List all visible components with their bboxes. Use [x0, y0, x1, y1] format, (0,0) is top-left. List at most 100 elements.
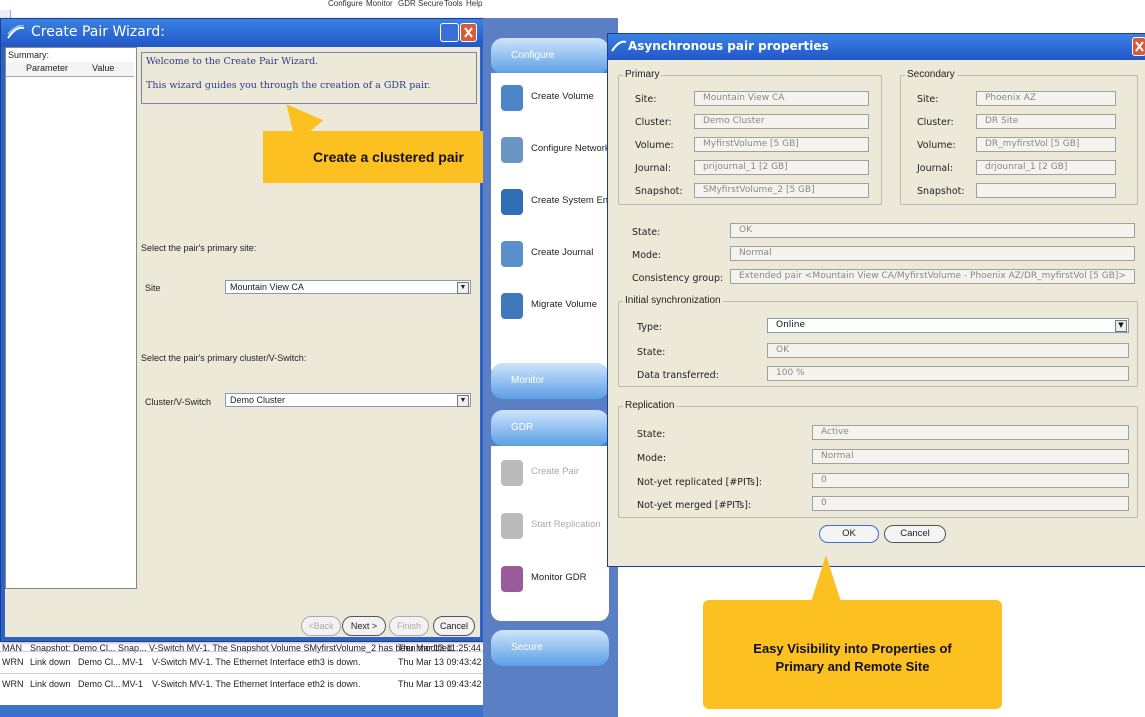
cluster-dropdown[interactable]: Demo Cluster ▼	[225, 393, 471, 407]
create-journal-item[interactable]: Create Journal	[497, 237, 609, 273]
replication-label: Replication	[623, 400, 677, 411]
field-label: Site:	[917, 94, 939, 105]
background-statusbar	[0, 705, 485, 717]
secure-header[interactable]: Secure	[491, 630, 609, 666]
secondary-group: Secondary Site: Phoenix AZ Cluster: DR S…	[900, 69, 1138, 205]
secondary-cluster-field: DR Site	[976, 114, 1116, 129]
configure-network-item[interactable]: Configure Network	[497, 133, 610, 169]
callout-easy-visibility: Easy Visibility into Properties of Prima…	[703, 600, 1002, 709]
create-pair-item[interactable]: Create Pair	[497, 456, 609, 492]
welcome-text: Welcome to the Create Pair Wizard.	[146, 56, 319, 67]
replication-state-field: Active	[812, 425, 1129, 440]
gdr-header[interactable]: GDR	[491, 410, 609, 446]
primary-group-label: Primary	[623, 69, 662, 80]
callout-pointer	[810, 555, 842, 605]
event-log: MAN Snapshot: Demo Cl... Snap... V-Switc…	[0, 637, 485, 707]
log-source: MV-1	[122, 679, 144, 689]
volume-icon	[501, 85, 523, 111]
callout-line: Easy Visibility into Properties of	[753, 641, 952, 656]
replication-mode-field: Normal	[812, 449, 1129, 464]
sync-type-dropdown[interactable]: Online ▼	[767, 318, 1129, 333]
migrate-volume-item[interactable]: Migrate Volume	[497, 289, 609, 325]
finish-button[interactable]: Finish	[389, 616, 429, 636]
chevron-down-icon: ▼	[457, 395, 469, 407]
migrate-icon	[501, 293, 523, 319]
dialog-close-button[interactable]	[1132, 37, 1145, 56]
field-label: State:	[637, 347, 666, 358]
sync-type-value: Online	[776, 320, 806, 330]
data-transferred-field: 100 %	[767, 366, 1129, 381]
close-button[interactable]	[460, 23, 477, 42]
monitor-header[interactable]: Monitor	[491, 363, 609, 399]
summary-label: Summary:	[8, 50, 50, 60]
dialog-cancel-button[interactable]: Cancel	[884, 525, 946, 543]
site-label: Site	[145, 283, 161, 293]
column-header-value[interactable]: Value	[92, 63, 114, 73]
menu-secure[interactable]: Secure	[418, 0, 443, 8]
field-label: Cluster:	[917, 117, 954, 128]
field-label: State:	[632, 227, 661, 238]
create-volume-item[interactable]: Create Volume	[497, 81, 609, 117]
initial-sync-group: Initial synchronization Type: Online ▼ S…	[618, 295, 1138, 387]
log-row[interactable]: WRN Link down Demo Cl... MV-1 V-Switch M…	[0, 651, 485, 674]
menu-monitor[interactable]: Monitor	[366, 0, 393, 8]
menu-tools[interactable]: Tools	[444, 0, 463, 8]
task-label: Monitor GDR	[531, 572, 587, 583]
log-row[interactable]: WRN Link down Demo Cl... MV-1 V-Switch M…	[0, 673, 485, 696]
async-pair-properties-dialog: Asynchronous pair properties Primary Sit…	[607, 33, 1145, 567]
field-label: Not-yet merged [#PITs]:	[637, 500, 752, 511]
replication-icon	[501, 513, 523, 539]
primary-journal-field: prijournal_1 [2 GB]	[694, 160, 869, 175]
secondary-group-label: Secondary	[905, 69, 957, 80]
field-label: Cluster:	[635, 117, 672, 128]
field-label: Snapshot:	[917, 186, 965, 197]
journal-icon	[501, 241, 523, 267]
task-label: Configure Network	[531, 143, 610, 154]
log-object: Demo Cl...	[78, 679, 121, 689]
close-icon	[1135, 41, 1144, 52]
cancel-button[interactable]: Cancel	[433, 616, 475, 636]
secondary-journal-field: drjounral_1 [2 GB]	[976, 160, 1116, 175]
pair-icon	[501, 460, 523, 486]
field-label: Data transferred:	[637, 370, 719, 381]
back-button[interactable]: <Back	[301, 616, 341, 636]
cluster-label: Cluster/V-Switch	[145, 397, 212, 407]
initial-sync-label: Initial synchronization	[623, 295, 723, 306]
dialog-titlebar[interactable]: Asynchronous pair properties	[608, 34, 1145, 60]
dialog-app-icon	[611, 40, 627, 52]
wizard-app-icon	[7, 25, 25, 39]
log-type: Link down	[30, 679, 71, 689]
configure-header[interactable]: Configure	[491, 38, 609, 74]
wizard-titlebar[interactable]: Create Pair Wizard:	[1, 19, 484, 47]
primary-volume-field: MyfirstVolume [5 GB]	[694, 137, 869, 152]
log-source: MV-1	[122, 657, 144, 667]
close-icon	[464, 27, 473, 38]
log-time: Thu Mar 13 09:43:42 PD	[398, 679, 485, 689]
menu-configure[interactable]: Configure	[328, 0, 363, 8]
create-system-entity-item[interactable]: Create System Entity	[497, 185, 620, 221]
next-button[interactable]: Next >	[342, 616, 386, 636]
secondary-snapshot-field	[976, 183, 1116, 198]
log-object: Demo Cl...	[78, 657, 121, 667]
chevron-down-icon: ▼	[457, 282, 469, 294]
menu-gdr[interactable]: GDR	[398, 0, 416, 8]
chevron-down-icon: ▼	[1115, 320, 1127, 332]
background-menubar: Configure Monitor GDR Secure Tools Help	[0, 0, 1145, 10]
field-label: Site:	[635, 94, 657, 105]
replication-group: Replication State: Active Mode: Normal N…	[618, 400, 1138, 518]
start-replication-item[interactable]: Start Replication	[497, 509, 609, 545]
ok-button[interactable]: OK	[819, 525, 879, 543]
sync-state-field: OK	[767, 343, 1129, 358]
field-label: Mode:	[632, 250, 662, 261]
network-icon	[501, 137, 523, 163]
minimize-button[interactable]	[440, 23, 459, 42]
task-label: Create Pair	[531, 466, 580, 477]
cluster-value: Demo Cluster	[230, 395, 286, 405]
column-header-parameter[interactable]: Parameter	[26, 63, 68, 73]
monitor-gdr-item[interactable]: Monitor GDR	[497, 562, 609, 598]
callout-create-clustered-pair: Create a clustered pair	[263, 131, 514, 183]
task-label: Migrate Volume	[531, 299, 598, 310]
create-pair-wizard: Create Pair Wizard: Summary: Parameter V…	[0, 18, 485, 642]
menu-help[interactable]: Help	[466, 0, 482, 8]
site-dropdown[interactable]: Mountain View CA ▼	[225, 280, 471, 294]
